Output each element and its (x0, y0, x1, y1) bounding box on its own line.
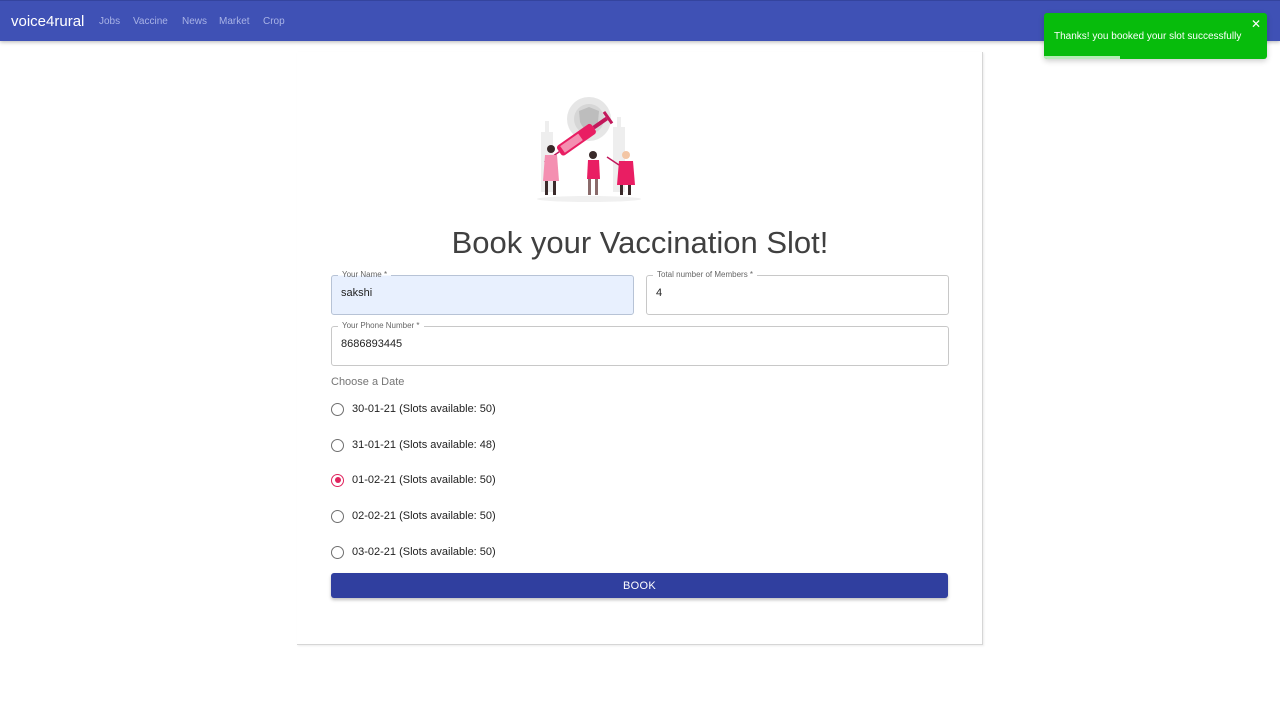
page-title: Book your Vaccination Slot! (451, 225, 829, 260)
toast-progress-bar (1044, 56, 1120, 59)
name-label: Your Name * (338, 269, 392, 281)
name-field: Your Name * (331, 269, 634, 315)
members-input[interactable] (656, 287, 937, 299)
radio-button[interactable] (331, 509, 344, 523)
radio-button[interactable] (331, 545, 344, 559)
date-option-label: 30-01-21 (Slots available: 50) (352, 403, 496, 415)
radio-button[interactable] (331, 473, 344, 487)
phone-label: Your Phone Number * (338, 320, 424, 332)
date-option-5[interactable]: 03-02-21 (Slots available: 50) (331, 544, 496, 560)
date-option-label: 31-01-21 (Slots available: 48) (352, 439, 496, 451)
radio-button[interactable] (331, 402, 344, 416)
book-button[interactable]: BOOK (331, 573, 948, 598)
name-input[interactable] (341, 287, 622, 299)
success-toast[interactable]: Thanks! you booked your slot successfull… (1044, 13, 1267, 59)
brand-link[interactable]: voice4rural (11, 13, 84, 30)
booking-card: Book your Vaccination Slot! Your Name * … (297, 52, 983, 645)
date-option-1[interactable]: 30-01-21 (Slots available: 50) (331, 401, 496, 417)
date-option-2[interactable]: 31-01-21 (Slots available: 48) (331, 437, 496, 453)
radio-button[interactable] (331, 438, 344, 452)
nav-link-vaccine[interactable]: Vaccine (133, 16, 168, 27)
members-field: Total number of Members * (646, 269, 949, 315)
date-heading: Choose a Date (331, 376, 405, 388)
date-option-4[interactable]: 02-02-21 (Slots available: 50) (331, 508, 496, 524)
vaccination-illustration (537, 97, 641, 202)
phone-field: Your Phone Number * (331, 320, 949, 366)
close-icon[interactable]: ✕ (1251, 17, 1261, 31)
date-option-label: 01-02-21 (Slots available: 50) (352, 474, 496, 486)
toast-message: Thanks! you booked your slot successfull… (1054, 31, 1242, 42)
date-option-label: 03-02-21 (Slots available: 50) (352, 546, 496, 558)
date-option-label: 02-02-21 (Slots available: 50) (352, 510, 496, 522)
nav-link-market[interactable]: Market (219, 16, 250, 27)
nav-link-news[interactable]: News (182, 16, 207, 27)
nav-link-crop[interactable]: Crop (263, 16, 285, 27)
members-label: Total number of Members * (653, 269, 758, 281)
nav-link-jobs[interactable]: Jobs (99, 16, 120, 27)
phone-input[interactable] (341, 338, 937, 350)
date-option-3[interactable]: 01-02-21 (Slots available: 50) (331, 472, 496, 488)
